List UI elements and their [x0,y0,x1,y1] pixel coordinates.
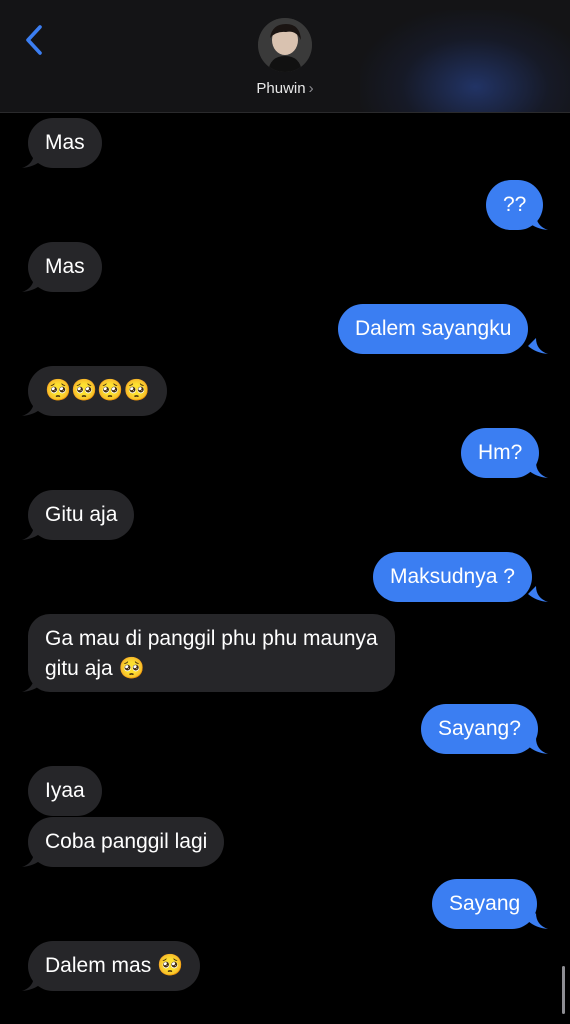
message-text: Maksudnya ? [390,565,515,588]
message-text-line: gitu aja 🥺 [45,657,145,680]
chevron-right-icon: › [308,80,314,97]
message-text: Iyaa [45,779,85,802]
message-bubble-received[interactable]: Coba panggil lagi [28,817,225,867]
bubble-tail [528,586,548,602]
bubble-tail [22,152,42,168]
header-background-glow [360,10,570,112]
back-button[interactable] [14,20,54,60]
avatar-photo [258,18,312,72]
message-text-line: Ga mau di panggil phu phu maunya [45,627,378,650]
contact-avatar[interactable] [258,18,312,72]
message-bubble-sent[interactable]: Dalem sayangku [338,304,529,354]
message-text: Gitu aja [45,503,118,526]
message-text: Sayang? [438,717,521,740]
bubble-tail [528,214,548,230]
bubble-tail [528,738,548,754]
bubble-tail [528,462,548,478]
message-bubble-sent[interactable]: Sayang [432,879,538,929]
message-bubble-sent[interactable]: Sayang? [421,704,538,754]
message-text: Hm? [478,441,523,464]
bubble-tail [528,338,548,354]
bubble-tail [22,400,42,416]
conversation-header: Phuwin › [0,0,570,113]
message-bubble-sent[interactable]: Maksudnya ? [373,552,532,602]
message-text: Coba panggil lagi [45,830,208,853]
message-text: ?? [503,193,527,216]
bubble-tail [22,676,42,692]
bubble-tail [528,913,548,929]
message-bubble-received[interactable]: 🥺🥺🥺🥺 [28,366,167,416]
message-text: Sayang [449,892,521,915]
message-bubble-received[interactable]: Iyaa [28,766,102,816]
message-text: 🥺🥺🥺🥺 [45,379,150,402]
message-text: Dalem mas 🥺 [45,954,184,977]
contact-name-label: Phuwin [256,80,306,97]
bubble-tail [22,975,42,991]
message-bubble-received[interactable]: Ga mau di panggil phu phu maunya gitu aj… [28,614,395,692]
message-text: Mas [45,131,85,154]
bubble-tail [22,851,42,867]
bubble-tail [22,276,42,292]
message-bubble-received[interactable]: Dalem mas 🥺 [28,941,201,991]
bubble-tail [22,524,42,540]
chevron-left-icon [26,25,42,55]
message-text: Mas [45,255,85,278]
contact-name[interactable]: Phuwin › [0,80,570,97]
message-bubble-received[interactable]: Gitu aja [28,490,135,540]
scrollbar[interactable] [562,966,565,1014]
message-text: Dalem sayangku [355,317,512,340]
